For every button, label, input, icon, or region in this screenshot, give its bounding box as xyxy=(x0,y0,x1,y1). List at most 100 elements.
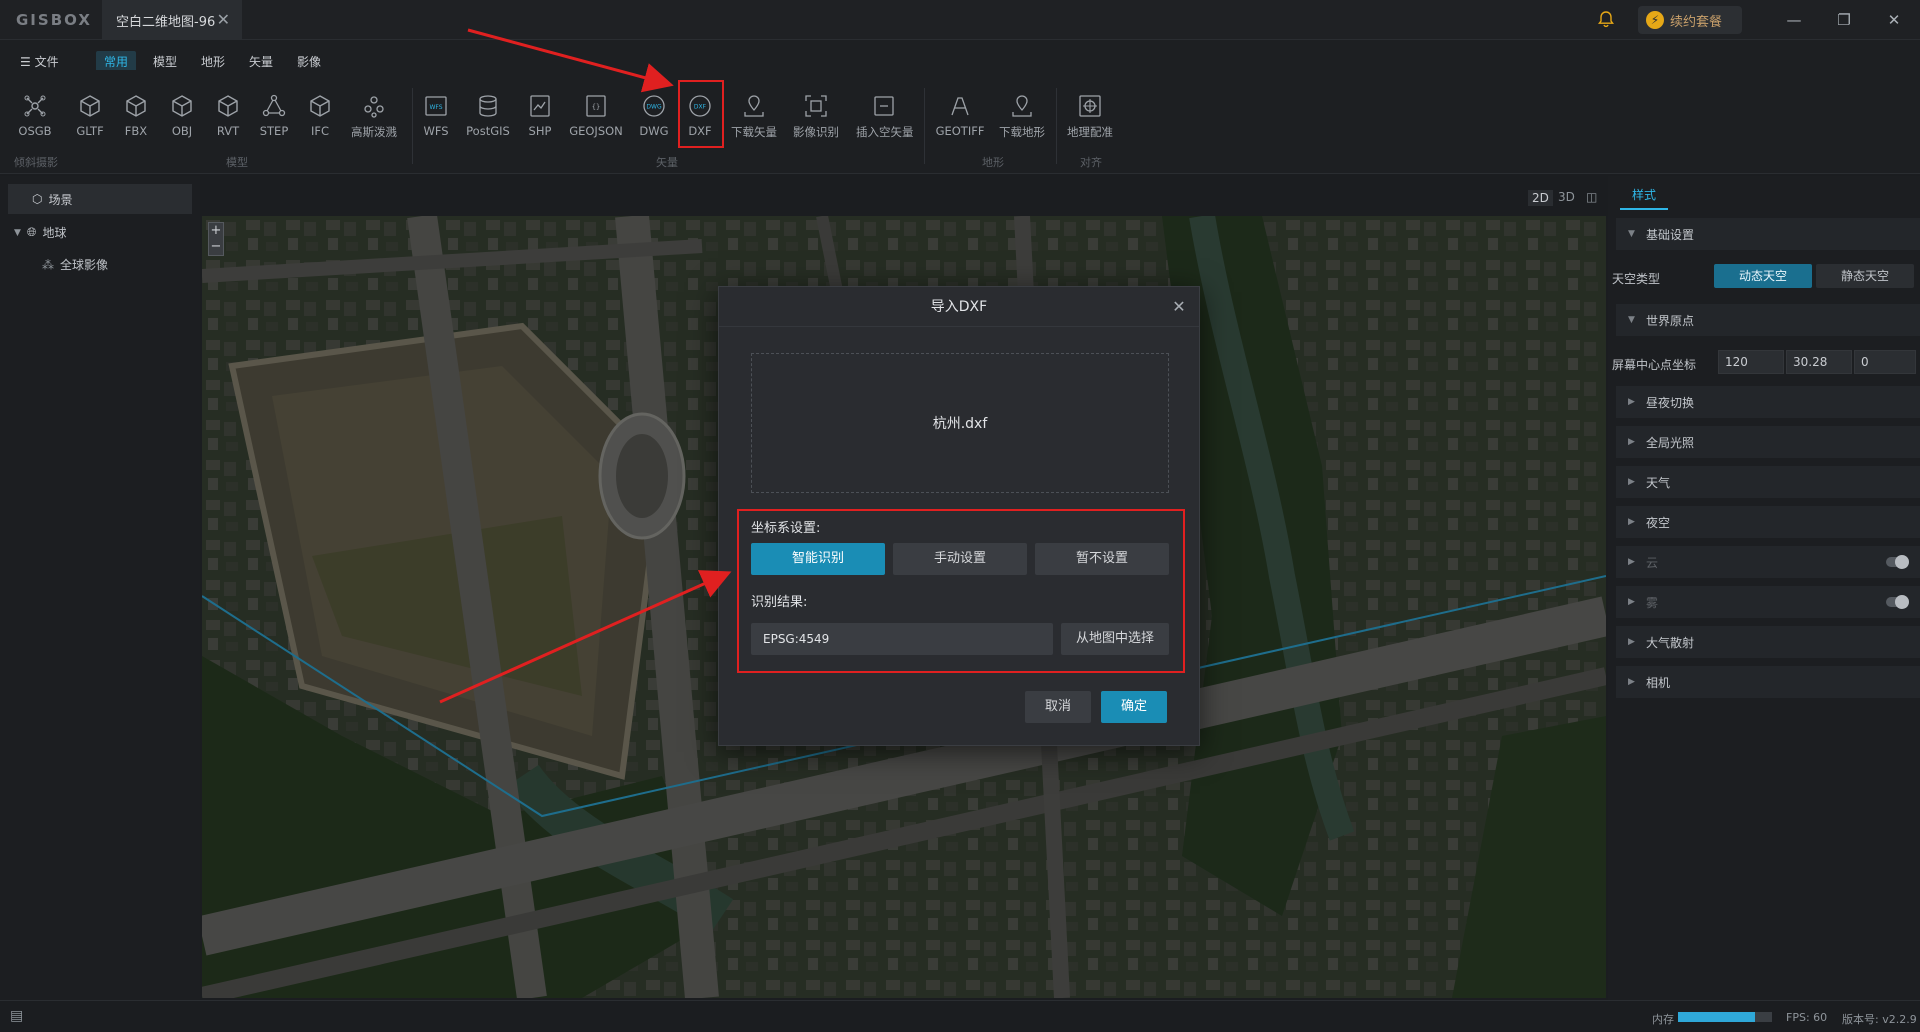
tree-item-global-imagery[interactable]: ⁂ 全球影像 xyxy=(42,256,108,273)
tree-item-label: 全球影像 xyxy=(60,258,109,272)
section-atmosphere[interactable]: ▶ 大气散射 xyxy=(1616,626,1920,658)
fog-toggle[interactable] xyxy=(1886,595,1909,609)
minimize-button[interactable]: — xyxy=(1782,8,1806,32)
caret-down-icon: ▼ xyxy=(1628,229,1635,239)
cloud-toggle[interactable] xyxy=(1886,555,1909,569)
manual-set-button[interactable]: 手动设置 xyxy=(893,543,1027,575)
bolt-icon: ⚡ xyxy=(1646,11,1664,29)
zoom-control: + − xyxy=(208,222,224,256)
tool-label: 地理配准 xyxy=(1067,125,1113,139)
tool-insert-empty-vector[interactable]: 插入空矢量 xyxy=(856,92,914,140)
smart-detect-button[interactable]: 智能识别 xyxy=(751,543,885,575)
app-logo: GISBOX xyxy=(16,11,92,29)
download-vector-icon xyxy=(744,95,764,117)
imagery-icon: ⁂ xyxy=(42,257,54,272)
restore-button[interactable]: ❐ xyxy=(1832,8,1856,32)
zoom-out-button[interactable]: − xyxy=(209,239,223,255)
bell-icon[interactable] xyxy=(1596,9,1616,29)
tool-gaussian-splat[interactable]: 高斯泼溅 xyxy=(346,92,402,140)
tool-georeference[interactable]: 地理配准 xyxy=(1062,92,1118,140)
center-lon-input[interactable]: 120 xyxy=(1718,350,1784,374)
section-night-sky[interactable]: ▶ 夜空 xyxy=(1616,506,1920,538)
tool-download-terrain[interactable]: 下载地形 xyxy=(994,92,1050,140)
tab-imagery[interactable]: 影像 xyxy=(297,53,321,70)
tool-label: PostGIS xyxy=(466,124,510,138)
tool-postgis[interactable]: PostGIS xyxy=(460,92,516,138)
group-label-terrain: 地形 xyxy=(982,156,1004,169)
tab-vector[interactable]: 矢量 xyxy=(249,53,273,70)
tree-item-earth[interactable]: ▼ 🌐︎ 地球 xyxy=(14,224,67,241)
image-recognition-icon xyxy=(805,95,827,117)
section-label: 天气 xyxy=(1646,475,1671,490)
title-bar: GISBOX 空白二维地图-96 ✕ ⚡ 续约套餐 — ❐ ✕ xyxy=(0,0,1920,40)
log-icon[interactable]: ▤ xyxy=(10,1008,23,1024)
confirm-button[interactable]: 确定 xyxy=(1101,691,1167,723)
tool-label: IFC xyxy=(310,124,330,138)
close-window-button[interactable]: ✕ xyxy=(1882,8,1906,32)
section-label: 全局光照 xyxy=(1646,435,1695,450)
group-label-vector: 矢量 xyxy=(656,156,678,169)
tree-item-label: 地球 xyxy=(42,226,67,240)
file-menu[interactable]: ☰ 文件 xyxy=(20,53,59,70)
skip-set-button[interactable]: 暂不设置 xyxy=(1035,543,1169,575)
cancel-button[interactable]: 取消 xyxy=(1025,691,1091,723)
tab-common[interactable]: 常用 xyxy=(96,51,137,72)
tool-label: 插入空矢量 xyxy=(856,125,914,139)
menu-bar: ☰ 文件 常用 模型 地形 矢量 影像 xyxy=(0,40,1920,72)
tool-shp[interactable]: SHP xyxy=(512,92,568,138)
section-label: 昼夜切换 xyxy=(1646,395,1695,410)
version-label: 版本号: v2.2.9 xyxy=(1842,1013,1917,1026)
cube-icon xyxy=(310,95,330,117)
close-tab-icon[interactable]: ✕ xyxy=(217,10,230,29)
tool-label: 下载地形 xyxy=(999,125,1045,139)
sky-static-option[interactable]: 静态天空 xyxy=(1816,264,1914,288)
renew-plan-button[interactable]: ⚡ 续约套餐 xyxy=(1638,6,1742,34)
section-fog[interactable]: ▶ 雾 xyxy=(1616,586,1920,618)
document-tab[interactable]: 空白二维地图-96 ✕ xyxy=(102,0,242,40)
file-dropzone[interactable]: 杭州.dxf xyxy=(751,353,1169,493)
status-bar: ▤ 内存 FPS: 60 版本号: v2.2.9 xyxy=(0,1000,1920,1032)
caret-right-icon: ▶ xyxy=(1628,597,1635,607)
section-cloud[interactable]: ▶ 云 xyxy=(1616,546,1920,578)
sky-dynamic-option[interactable]: 动态天空 xyxy=(1714,264,1812,288)
section-global-illumination[interactable]: ▶ 全局光照 xyxy=(1616,426,1920,458)
tool-geotiff[interactable]: GEOTIFF xyxy=(932,92,988,138)
fps-readout: FPS: 60 xyxy=(1786,1011,1828,1024)
tab-terrain[interactable]: 地形 xyxy=(201,53,225,70)
section-world-origin[interactable]: ▼ 世界原点 xyxy=(1616,304,1920,336)
view-2d-button[interactable]: 2D xyxy=(1528,190,1553,206)
caret-right-icon: ▶ xyxy=(1628,637,1635,647)
tool-geojson[interactable]: {} GEOJSON xyxy=(568,92,624,138)
scene-tab[interactable]: ⬡ 场景 xyxy=(8,184,192,214)
tool-osgb[interactable]: OSGB xyxy=(7,92,63,138)
section-weather[interactable]: ▶ 天气 xyxy=(1616,466,1920,498)
tab-style[interactable]: 样式 xyxy=(1620,184,1668,210)
tool-download-vector[interactable]: 下载矢量 xyxy=(726,92,782,140)
epsg-result-field[interactable]: EPSG:4549 xyxy=(751,623,1053,655)
center-lat-input[interactable]: 30.28 xyxy=(1786,350,1852,374)
section-label: 基础设置 xyxy=(1646,227,1695,242)
section-day-night[interactable]: ▶ 昼夜切换 xyxy=(1616,386,1920,418)
view-3d-button[interactable]: 3D xyxy=(1558,190,1575,204)
split-view-button[interactable]: ◫ xyxy=(1586,190,1597,204)
section-camera[interactable]: ▶ 相机 xyxy=(1616,666,1920,698)
tool-image-recognition[interactable]: 影像识别 xyxy=(788,92,844,140)
svg-text:{}: {} xyxy=(592,103,600,111)
pick-from-map-button[interactable]: 从地图中选择 xyxy=(1061,623,1169,655)
tab-model[interactable]: 模型 xyxy=(153,53,177,70)
wfs-icon: WFS xyxy=(425,96,447,116)
file-menu-label: 文件 xyxy=(34,55,59,69)
center-height-input[interactable]: 0 xyxy=(1854,350,1916,374)
step-icon xyxy=(262,94,286,117)
tool-wfs[interactable]: WFS WFS xyxy=(408,92,464,138)
geojson-icon: {} xyxy=(586,95,606,117)
zoom-in-button[interactable]: + xyxy=(209,223,223,239)
caret-right-icon: ▶ xyxy=(1628,397,1635,407)
memory-bar-fill xyxy=(1678,1012,1756,1022)
section-basic-settings[interactable]: ▼ 基础设置 xyxy=(1616,218,1920,250)
close-icon[interactable]: ✕ xyxy=(1169,297,1189,317)
tool-ifc[interactable]: IFC xyxy=(292,92,348,138)
svg-text:WFS: WFS xyxy=(429,104,442,111)
document-tab-label: 空白二维地图-96 xyxy=(116,14,216,30)
caret-right-icon: ▶ xyxy=(1628,517,1635,527)
